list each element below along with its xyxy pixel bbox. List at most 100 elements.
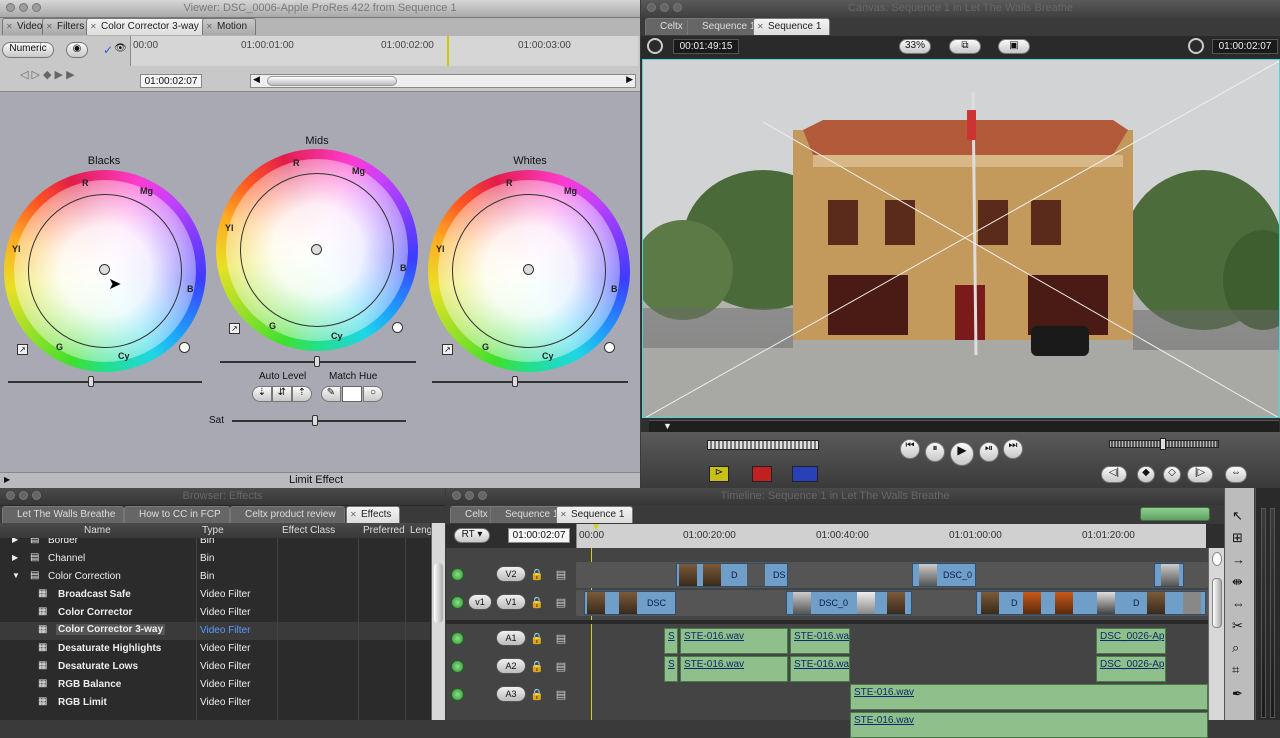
numeric-button[interactable]: Numeric [2, 42, 54, 58]
scroll-left-icon[interactable]: ◀ [253, 74, 260, 85]
tab-let-the-walls-breathe[interactable]: ✕ Let The Walls Breathe [2, 506, 125, 523]
canvas-video-frame[interactable] [642, 59, 1280, 418]
selection-tool-icon[interactable]: ↖ [1232, 508, 1243, 524]
audio-clip[interactable]: STE-016.wav [680, 628, 788, 654]
tab-color-corrector-3way[interactable]: ✕ Color Corrector 3-way [86, 18, 208, 35]
roll-tool-icon[interactable]: ⇼ [1232, 574, 1243, 590]
tab-how-to-cc[interactable]: ✕ How to CC in FCP [124, 506, 230, 523]
source-label-v1[interactable]: v1 [468, 594, 492, 610]
tab-sequence-1-b[interactable]: ✕ Sequence 1 [753, 18, 831, 35]
go-to-previous-edit-button[interactable]: ⏮ [900, 439, 920, 459]
col-type[interactable]: Type [202, 525, 224, 536]
add-marker-button[interactable]: ◆ [1137, 466, 1155, 483]
pen-tool-icon[interactable]: ✒ [1232, 686, 1243, 702]
enable-checkbox[interactable]: ✓ [103, 43, 113, 57]
viewer-scrollbar[interactable]: ◀ ▶ [250, 74, 636, 88]
match-frame-button[interactable]: ⇔ [1225, 466, 1247, 483]
razor-tool-icon[interactable]: ✂ [1232, 618, 1243, 634]
whites-balance-handle[interactable] [523, 264, 534, 275]
auto-select-icon[interactable]: ▤ [554, 688, 568, 702]
lock-icon[interactable]: 🔒 [530, 688, 544, 702]
auto-select-icon[interactable]: ▤ [554, 568, 568, 582]
auto-select-icon[interactable]: ▤ [554, 660, 568, 674]
auto-black-level-button[interactable]: ⇣ [252, 386, 272, 402]
audio-clip[interactable]: STE-016.wav [850, 684, 1208, 710]
auto-contrast-button[interactable]: ⇵ [272, 386, 292, 402]
match-hue-reset-button[interactable]: ○ [363, 386, 383, 402]
view-mode-popup[interactable]: ⧉ [949, 39, 981, 54]
list-item[interactable]: ▶ ▤ Border Bin [0, 538, 430, 550]
display-mode-popup[interactable]: ▣ [998, 39, 1030, 54]
snapping-toggles[interactable] [1140, 507, 1210, 521]
track-label-v1[interactable]: V1 [496, 594, 526, 610]
lock-icon[interactable]: 🔒 [530, 596, 544, 610]
track-audio-enable-a1[interactable] [451, 632, 464, 645]
col-effect-class[interactable]: Effect Class [282, 525, 335, 536]
limit-effect-bar[interactable]: Limit Effect ▶ [0, 472, 640, 488]
mids-reset-handle[interactable] [392, 322, 403, 333]
match-color-swatch[interactable] [342, 386, 362, 402]
play-around-button[interactable]: ⏯ [979, 442, 999, 462]
audio-clip[interactable]: DSC_0026-App [1096, 628, 1166, 654]
canvas-timecode[interactable]: 01:00:02:07 [1212, 39, 1278, 54]
replace-edit-button[interactable] [792, 466, 818, 482]
video-clip[interactable] [1154, 563, 1184, 587]
auto-white-level-button[interactable]: ⇡ [292, 386, 312, 402]
tab-sequence-1-b[interactable]: ✕ Sequence 1 [556, 506, 634, 523]
dial-icon-right[interactable] [1188, 38, 1204, 54]
whites-reset-handle[interactable] [604, 342, 615, 353]
audio-clip[interactable]: STE-016.wav [850, 712, 1208, 738]
shuttle-control[interactable] [707, 440, 819, 450]
list-item[interactable]: ▶ ▤ Channel Bin [0, 550, 430, 568]
video-clip[interactable]: DSC_0 [912, 563, 976, 587]
tab-celtx[interactable]: ✕ Celtx [645, 18, 692, 35]
play-in-to-out-button[interactable]: ⏸ [925, 442, 945, 462]
list-item[interactable]: ▦ Broadcast Safe Video Filter [0, 586, 430, 604]
timeline-ruler[interactable]: 00:00 01:00:20:00 01:00:40:00 01:01:00:0… [576, 522, 1206, 548]
timeline-scrollbar[interactable] [1208, 548, 1224, 720]
blacks-level-slider[interactable] [8, 376, 202, 387]
list-item[interactable]: ▦ Desaturate Highlights Video Filter [0, 640, 430, 658]
browser-scrollbar[interactable] [431, 523, 445, 720]
zoom-popup[interactable]: 33% [899, 39, 931, 54]
zoom-tool-icon[interactable]: ⌕ [1232, 640, 1239, 656]
tab-effects[interactable]: ✕ Effects [346, 506, 401, 523]
video-clip[interactable]: DD [976, 591, 1206, 615]
blacks-color-wheel[interactable]: R Mg Yl B G Cy [4, 170, 206, 372]
viewer-timecode[interactable]: 01:00:02:07 [140, 74, 202, 88]
crop-tool-icon[interactable]: ⌗ [1232, 662, 1239, 678]
list-item[interactable]: ▦ Color Corrector Video Filter [0, 604, 430, 622]
rt-popup[interactable]: RT ▾ [454, 528, 490, 543]
view-eye-icon[interactable]: 👁 [114, 43, 127, 54]
audio-clip[interactable]: STE-016.wav [680, 656, 788, 682]
canvas-scrubber[interactable]: ▼ [649, 420, 1279, 432]
list-item[interactable]: ▦ RGB Balance Video Filter [0, 676, 430, 694]
playhead-icon[interactable] [447, 36, 449, 66]
video-clip[interactable]: DSC_0 [786, 591, 912, 615]
col-length[interactable]: Leng [410, 525, 432, 536]
playhead-icon[interactable]: ▼ [663, 421, 672, 431]
mids-color-wheel[interactable]: R Mg Yl B G Cy [216, 149, 418, 351]
audio-clip[interactable]: STE-016.wav [790, 628, 850, 654]
track-label-v2[interactable]: V2 [496, 566, 526, 582]
audio-clip[interactable]: S [664, 656, 678, 682]
track-label-a2[interactable]: A2 [496, 658, 526, 674]
list-item[interactable]: ▦ RGB Limit Video Filter [0, 694, 430, 712]
mark-in-button[interactable]: ◁| [1101, 466, 1127, 483]
whites-select-icon[interactable]: ↗ [442, 344, 453, 355]
mids-select-icon[interactable]: ↗ [229, 323, 240, 334]
timeline-timecode[interactable]: 01:00:02:07 [508, 528, 570, 543]
list-item-selected[interactable]: ▦ Color Corrector 3-way Video Filter [0, 622, 430, 640]
playhead-icon[interactable]: ▼ [591, 522, 601, 533]
overwrite-edit-button[interactable] [752, 466, 772, 482]
jog-control[interactable] [1109, 438, 1219, 450]
mids-level-slider[interactable] [220, 356, 416, 367]
lock-icon[interactable]: 🔒 [530, 660, 544, 674]
track-label-a3[interactable]: A3 [496, 686, 526, 702]
keyframe-nav-icons[interactable]: ◁ ▷ ◆ ▶ ▶ [20, 68, 75, 81]
track-visibility-v2[interactable] [451, 568, 464, 581]
track-audio-enable-a3[interactable] [451, 688, 464, 701]
audio-clip[interactable]: STE-016.wav [790, 656, 850, 682]
dial-icon[interactable] [647, 38, 663, 54]
tab-motion[interactable]: ✕ Motion [202, 18, 257, 35]
